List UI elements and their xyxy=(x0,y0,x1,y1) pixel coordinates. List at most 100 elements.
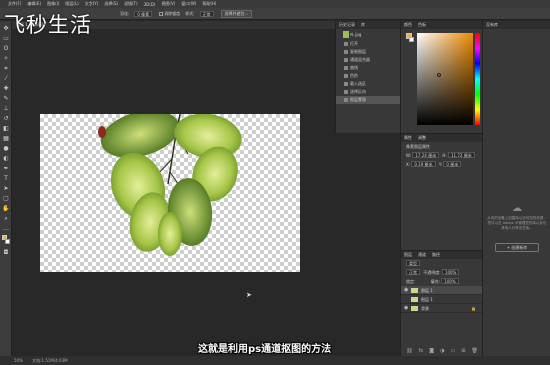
tab-paths[interactable]: 路径 xyxy=(432,251,440,259)
visibility-eye-icon[interactable]: ◉ xyxy=(404,286,408,295)
style-label: 样式: xyxy=(185,10,195,16)
magic-wand-icon[interactable]: ✧ xyxy=(2,55,10,63)
adjustment-layer-icon[interactable]: ◑ xyxy=(440,347,444,356)
menu-item[interactable]: 视图(V) xyxy=(161,1,175,7)
refine-button[interactable]: 选择并遮住... xyxy=(220,9,253,18)
eraser-icon[interactable]: ◧ xyxy=(2,125,10,133)
y-field[interactable]: 0 厘米 xyxy=(443,161,462,167)
history-step-icon xyxy=(344,42,348,46)
zoom-level[interactable]: 50% xyxy=(14,358,23,363)
menu-item[interactable]: 选择(S) xyxy=(104,1,118,7)
antialias-label: 消除锯齿 xyxy=(164,10,181,16)
lasso-tool-icon[interactable]: ʘ xyxy=(2,45,10,53)
y-label: Y: xyxy=(438,162,443,167)
text-tool-icon[interactable]: T xyxy=(2,175,10,183)
history-snapshot[interactable]: 叶.jpg xyxy=(336,29,400,40)
tab-layers[interactable]: 图层 xyxy=(404,251,412,259)
lock-label: 锁定: xyxy=(406,279,416,284)
tab-channels[interactable]: 通道 xyxy=(418,251,426,259)
layer-row[interactable]: ◉ 图层 1 xyxy=(401,286,482,295)
history-step[interactable]: 打开 xyxy=(336,40,400,48)
tab-properties[interactable]: 属性 xyxy=(404,134,412,142)
snapshot-thumbnail xyxy=(343,31,349,38)
video-subtitle: 这就是利用ps通道抠图的方法 xyxy=(198,344,332,355)
shape-tool-icon[interactable]: ▢ xyxy=(2,195,10,203)
dodge-tool-icon[interactable]: ◐ xyxy=(2,155,10,163)
tab-history[interactable]: 历史记录 xyxy=(339,21,355,29)
gradient-icon[interactable]: ▦ xyxy=(2,135,10,143)
hue-slider[interactable] xyxy=(475,33,480,125)
healing-brush-icon[interactable]: ✚ xyxy=(2,85,10,93)
libraries-panel: 没有库 ☁ 从你的设备上创建库以访问您的资源，您可以在 Adobe 中管理您的库… xyxy=(482,21,550,356)
history-step-label: 色阶 xyxy=(350,73,358,78)
new-group-icon[interactable]: ▭ xyxy=(451,347,456,356)
menu-item[interactable]: 图像(I) xyxy=(47,1,59,7)
more-tools-icon[interactable]: … xyxy=(2,225,10,233)
link-layers-icon[interactable]: ⛓ xyxy=(406,347,412,356)
blend-mode-select[interactable]: 正常 xyxy=(406,269,420,275)
history-step-selected[interactable]: 图层蒙版 xyxy=(336,96,400,104)
pen-tool-icon[interactable]: ✒ xyxy=(2,165,10,173)
tab-color[interactable]: 颜色 xyxy=(404,21,412,29)
color-picker-ring[interactable] xyxy=(437,73,441,77)
tab-swatches[interactable]: 色板 xyxy=(418,21,426,29)
history-step[interactable]: 曲线 xyxy=(336,64,400,72)
quick-mask-icon[interactable]: ◘ xyxy=(2,249,10,257)
menu-item[interactable]: 窗口(W) xyxy=(181,1,196,7)
crop-tool-icon[interactable]: ⌗ xyxy=(2,65,10,73)
history-step[interactable]: 色阶 xyxy=(336,72,400,80)
layer-thumbnail xyxy=(411,297,418,302)
history-step[interactable]: 载入选区 xyxy=(336,80,400,88)
history-brush-icon[interactable]: ↺ xyxy=(2,115,10,123)
layer-row[interactable]: 图层 1 xyxy=(401,295,482,304)
height-field[interactable]: 11.72 厘米 xyxy=(448,152,475,158)
antialias-checkbox[interactable]: 消除锯齿 xyxy=(159,11,180,17)
history-step[interactable]: 选择反向 xyxy=(336,88,400,96)
width-field[interactable]: 17.24 厘米 xyxy=(412,152,440,158)
create-library-button[interactable]: + 创建新库 xyxy=(495,243,539,252)
brush-tool-icon[interactable]: ✎ xyxy=(2,95,10,103)
background-swatch[interactable] xyxy=(409,37,414,42)
menu-item[interactable]: 文件(F) xyxy=(8,1,21,7)
layer-row[interactable]: ◉ 背景 🔒 xyxy=(401,304,482,313)
zoom-tool-icon[interactable]: ⌕ xyxy=(2,215,10,223)
color-panel-tabs: 颜色 色板 xyxy=(401,21,482,29)
fill-field[interactable]: 100% xyxy=(441,278,459,284)
layer-thumbnail xyxy=(411,306,418,311)
layer-style-icon[interactable]: fx xyxy=(419,347,424,356)
properties-title: 像素图层属性 xyxy=(406,144,430,149)
blur-tool-icon[interactable]: ● xyxy=(2,145,10,153)
style-select[interactable]: 正常 xyxy=(199,10,214,17)
properties-panel-tabs: 属性 调整 xyxy=(401,134,482,142)
menu-item[interactable]: 文字(Y) xyxy=(85,1,99,7)
eyedropper-icon[interactable]: ⁄ xyxy=(2,75,10,83)
libraries-empty-text: 从你的设备上创建库以访问您的资源，您可以在 Adobe 中管理您的库以及与其他人… xyxy=(487,216,547,230)
document-canvas[interactable] xyxy=(40,110,300,272)
history-step[interactable]: 复制图层 xyxy=(336,48,400,56)
add-mask-icon[interactable]: ◙ xyxy=(429,347,434,356)
new-layer-icon[interactable]: ⊞ xyxy=(461,347,465,356)
tools-panel: ✥ ▭ ʘ ✧ ⌗ ⁄ ✚ ✎ ⊥ ↺ ◧ ▦ ● ◐ ✒ T ➤ ▢ ✋ ⌕ … xyxy=(0,21,12,356)
opacity-field[interactable]: 100% xyxy=(441,269,460,275)
hand-tool-icon[interactable]: ✋ xyxy=(2,205,10,213)
menu-item[interactable]: 3D(D) xyxy=(144,2,156,7)
feather-label: 羽化: xyxy=(120,10,130,16)
background-color-swatch[interactable] xyxy=(5,239,10,244)
history-step[interactable]: 通道混合器 xyxy=(336,56,400,64)
menu-item[interactable]: 滤镜(T) xyxy=(124,1,138,7)
tab-adjustments[interactable]: 调整 xyxy=(418,134,426,142)
color-picker-field[interactable] xyxy=(417,33,473,125)
visibility-eye-icon[interactable]: ◉ xyxy=(404,304,408,313)
feather-input[interactable]: 0 像素 xyxy=(134,10,153,17)
menu-item[interactable]: 编辑(E) xyxy=(27,1,41,7)
stamp-tool-icon[interactable]: ⊥ xyxy=(2,105,10,113)
history-step-icon xyxy=(344,74,348,78)
menu-item[interactable]: 帮助(H) xyxy=(202,1,216,7)
history-panel-tabs: 历史记录 库 xyxy=(336,21,400,29)
tab-library[interactable]: 库 xyxy=(361,21,365,29)
path-select-icon[interactable]: ➤ xyxy=(2,185,10,193)
layer-kind-select[interactable]: 类型 xyxy=(406,260,420,266)
menu-item[interactable]: 图层(L) xyxy=(65,1,78,7)
delete-layer-icon[interactable]: 🗑 xyxy=(471,347,477,356)
x-field[interactable]: 0.19 厘米 xyxy=(411,161,436,167)
